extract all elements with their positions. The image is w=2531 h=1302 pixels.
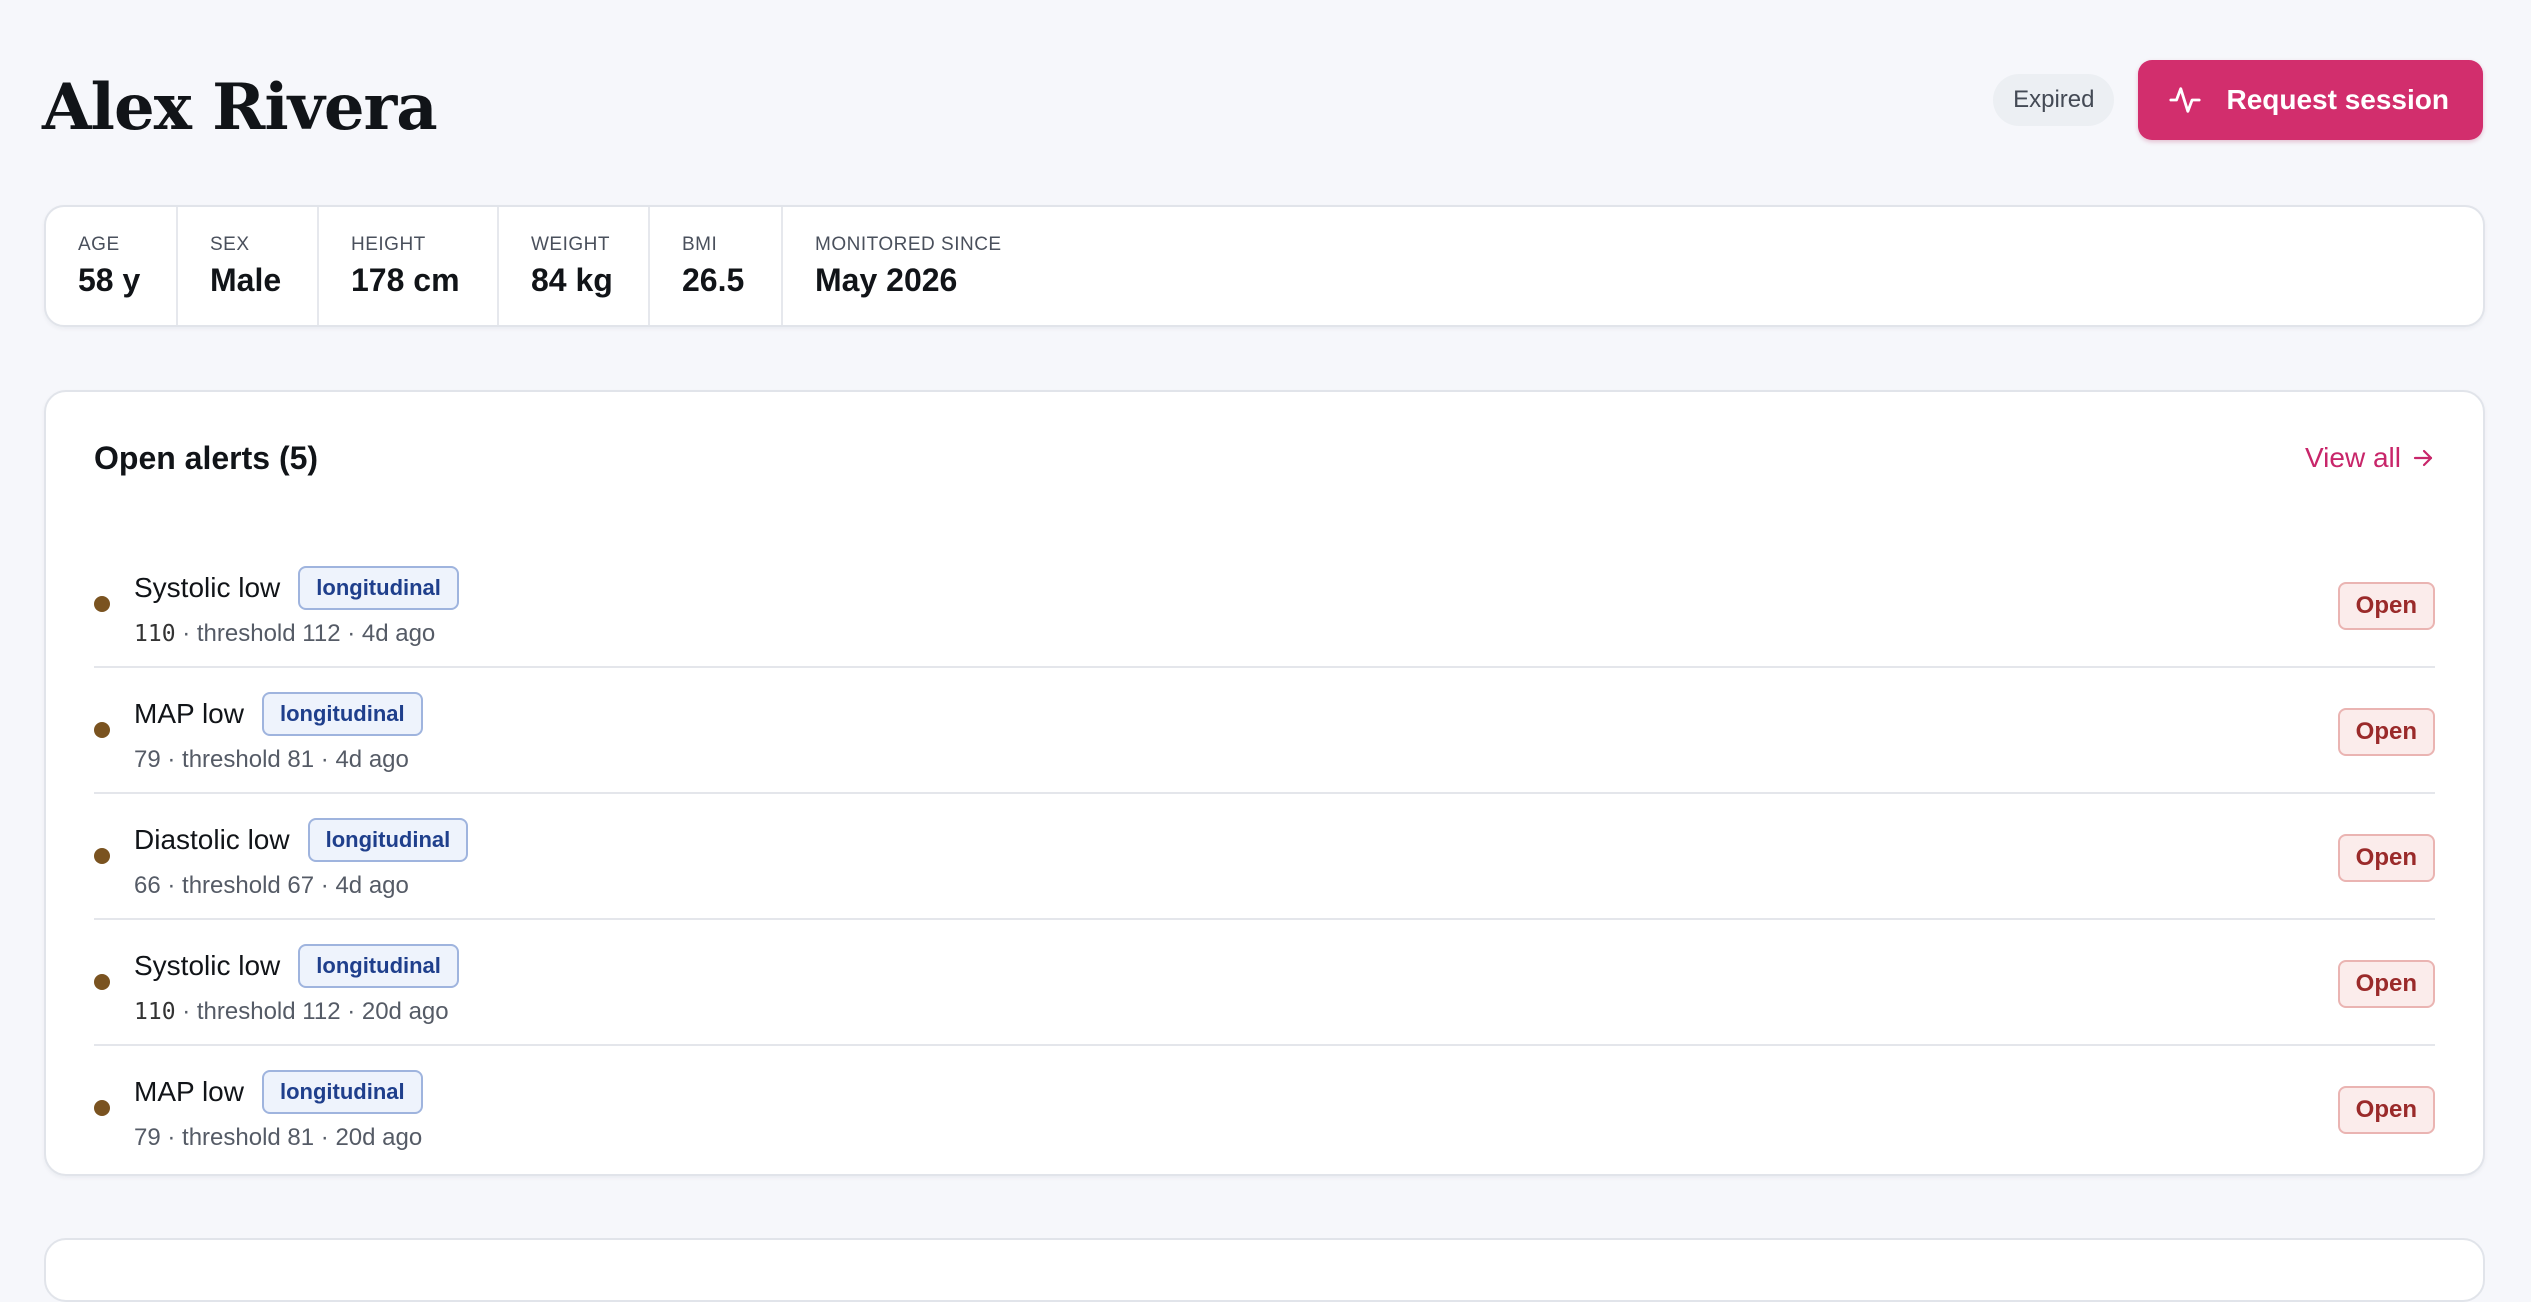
status-dot-icon <box>94 1100 110 1116</box>
alert-content: MAP low longitudinal 79 · threshold 81 ·… <box>134 690 423 776</box>
status-badge: Expired <box>1993 74 2115 126</box>
alert-meta: 110 · threshold 112 · 20d ago <box>134 996 459 1028</box>
alert-content: Systolic low longitudinal 110 · threshol… <box>134 564 459 650</box>
status-dot-icon <box>94 596 110 612</box>
alert-row[interactable]: Systolic low longitudinal 110 · threshol… <box>94 542 2435 668</box>
alert-tag: longitudinal <box>307 818 469 862</box>
alert-detail: · threshold 67 · 4d ago <box>160 872 409 899</box>
alert-detail: · threshold 81 · 4d ago <box>160 746 409 773</box>
alert-row[interactable]: Diastolic low longitudinal 66 · threshol… <box>94 794 2435 920</box>
alert-tag: longitudinal <box>261 692 423 736</box>
alert-status-badge: Open <box>2337 960 2435 1008</box>
alert-meta: 110 · threshold 112 · 4d ago <box>134 618 459 650</box>
alert-detail: · threshold 112 · 20d ago <box>175 998 449 1025</box>
alert-content: MAP low longitudinal 79 · threshold 81 ·… <box>134 1068 423 1154</box>
stat-value: May 2026 <box>815 262 958 298</box>
patient-stats: AGE 58 y SEX Male HEIGHT 178 cm WEIGHT 8… <box>44 205 2485 327</box>
alert-detail: · threshold 81 · 20d ago <box>160 1124 423 1151</box>
alert-tag: longitudinal <box>298 566 459 610</box>
alert-name: MAP low <box>134 1076 244 1107</box>
alert-value: 66 <box>134 872 161 899</box>
stat-label: HEIGHT <box>351 234 426 255</box>
alert-content: Systolic low longitudinal 110 · threshol… <box>134 942 459 1028</box>
alert-value: 79 <box>134 1124 161 1151</box>
stat-age: AGE 58 y <box>46 207 178 325</box>
stat-weight: WEIGHT 84 kg <box>499 207 650 325</box>
stat-value: 58 y <box>78 262 141 298</box>
alert-status-badge: Open <box>2337 1086 2435 1134</box>
view-all-label: View all <box>2305 442 2401 473</box>
patient-header: Alex Rivera Expired Request session <box>42 58 2483 158</box>
stat-value: 178 cm <box>351 262 460 298</box>
stat-value: Male <box>210 262 282 298</box>
alert-meta: 79 · threshold 81 · 4d ago <box>134 744 423 776</box>
alert-value: 110 <box>134 621 176 647</box>
stat-sex: SEX Male <box>178 207 319 325</box>
alert-name: MAP low <box>134 698 244 729</box>
alert-detail: · threshold 112 · 4d ago <box>175 620 436 647</box>
alert-meta: 79 · threshold 81 · 20d ago <box>134 1122 423 1154</box>
stat-monitored-since: MONITORED SINCE May 2026 <box>783 207 2483 325</box>
alert-value: 110 <box>134 999 176 1025</box>
stat-label: MONITORED SINCE <box>815 234 1002 255</box>
open-alerts-card: Open alerts (5) View all Systolic low lo… <box>44 390 2485 1176</box>
alert-value: 79 <box>134 746 161 773</box>
request-session-label: Request session <box>2226 84 2449 115</box>
next-card <box>44 1238 2485 1302</box>
alert-status-badge: Open <box>2337 834 2435 882</box>
arrow-right-icon <box>2413 449 2433 467</box>
alert-row[interactable]: MAP low longitudinal 79 · threshold 81 ·… <box>94 668 2435 794</box>
stat-label: WEIGHT <box>531 234 610 255</box>
alert-title-line: Systolic low longitudinal <box>134 942 459 990</box>
alert-list: Systolic low longitudinal 110 · threshol… <box>94 542 2435 1172</box>
alert-title-line: Diastolic low longitudinal <box>134 816 469 864</box>
alert-status-badge: Open <box>2337 582 2435 630</box>
status-dot-icon <box>94 722 110 738</box>
stat-label: BMI <box>682 234 718 255</box>
patient-page: Alex Rivera Expired Request session AGE … <box>0 0 2531 1302</box>
alert-content: Diastolic low longitudinal 66 · threshol… <box>134 816 469 902</box>
stat-label: AGE <box>78 234 120 255</box>
alert-tag: longitudinal <box>261 1070 423 1114</box>
alert-name: Systolic low <box>134 572 281 603</box>
alert-row[interactable]: MAP low longitudinal 79 · threshold 81 ·… <box>94 1046 2435 1172</box>
status-dot-icon <box>94 974 110 990</box>
alert-tag: longitudinal <box>298 944 459 988</box>
stat-value: 26.5 <box>682 262 745 298</box>
alert-name: Systolic low <box>134 950 281 981</box>
alert-title-line: MAP low longitudinal <box>134 1068 423 1116</box>
alert-name: Diastolic low <box>134 824 290 855</box>
stat-value: 84 kg <box>531 262 613 298</box>
alert-row[interactable]: Systolic low longitudinal 110 · threshol… <box>94 920 2435 1046</box>
stat-label: SEX <box>210 234 250 255</box>
patient-name: Alex Rivera <box>42 70 438 145</box>
alert-title-line: MAP low longitudinal <box>134 690 423 738</box>
stat-bmi: BMI 26.5 <box>650 207 783 325</box>
stat-height: HEIGHT 178 cm <box>319 207 499 325</box>
header-actions: Expired Request session <box>1993 60 2483 140</box>
status-dot-icon <box>94 848 110 864</box>
alert-meta: 66 · threshold 67 · 4d ago <box>134 870 468 902</box>
request-session-button[interactable]: Request session <box>2138 60 2483 140</box>
view-all-link[interactable]: View all <box>2305 432 2435 484</box>
alerts-title: Open alerts (5) <box>94 440 319 476</box>
alert-status-badge: Open <box>2337 708 2435 756</box>
alert-title-line: Systolic low longitudinal <box>134 564 459 612</box>
activity-pulse-icon <box>2169 87 2202 113</box>
